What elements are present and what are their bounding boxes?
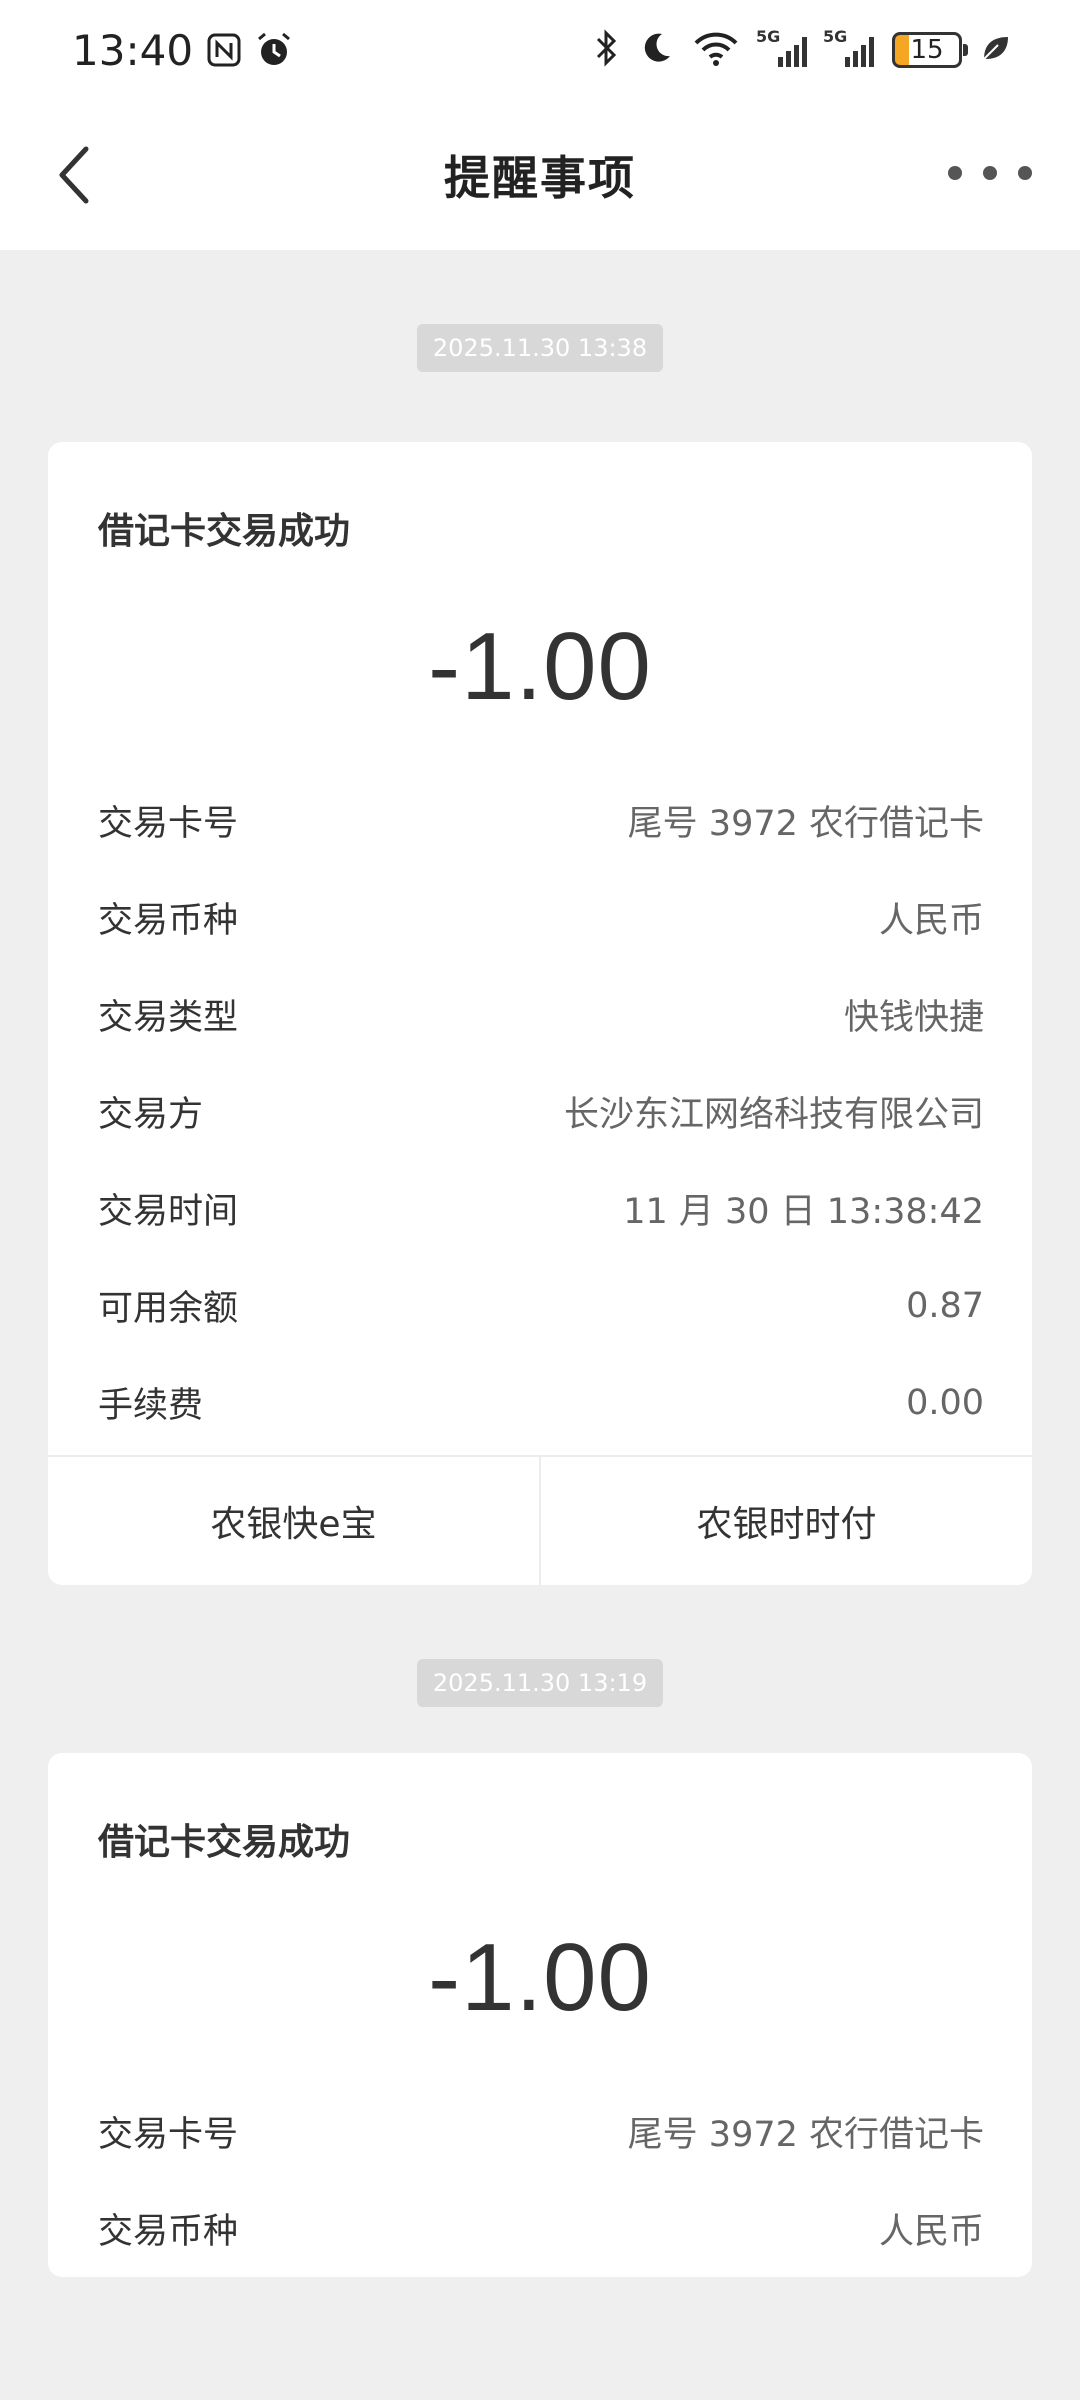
- cellular-signal-icon: 5G: [756, 27, 807, 67]
- bluetooth-icon: [594, 29, 620, 71]
- battery-level: 15: [910, 35, 944, 65]
- transaction-card: 借记卡交易成功 -1.00 交易卡号 尾号 3972 农行借记卡 交易币种 人民…: [48, 442, 1032, 1585]
- detail-value: 0.00: [906, 1382, 984, 1423]
- more-dot-icon: [983, 166, 997, 180]
- card-title: 借记卡交易成功: [98, 511, 351, 552]
- battery-icon: 15: [892, 32, 968, 68]
- kuai-e-bao-button[interactable]: 农银快e宝: [48, 1457, 539, 1585]
- detail-label: 可用余额: [98, 1289, 239, 1329]
- detail-value: 尾号 3972 农行借记卡: [627, 804, 984, 844]
- nav-bar: 提醒事项: [0, 100, 1080, 250]
- transaction-amount: -1.00: [428, 1924, 652, 2031]
- card-title: 借记卡交易成功: [98, 1822, 351, 1863]
- shi-shi-fu-button[interactable]: 农银时时付: [539, 1457, 1032, 1585]
- signal-label: 5G: [756, 27, 781, 46]
- detail-value: 11 月 30 日 13:38:42: [623, 1192, 984, 1232]
- message-timestamp: 2025.11.30 13:19: [416, 1659, 664, 1707]
- status-left: 13:40: [72, 26, 293, 75]
- more-dot-icon: [948, 166, 962, 180]
- detail-label: 交易卡号: [98, 2115, 239, 2155]
- more-dot-icon: [1018, 166, 1032, 180]
- detail-row: 交易币种 人民币: [48, 869, 1032, 966]
- cellular-signal-icon-2: 5G: [823, 27, 874, 67]
- moon-icon: [638, 30, 674, 70]
- detail-row: 交易卡号 尾号 3972 农行借记卡: [48, 772, 1032, 869]
- nfc-icon: [207, 33, 241, 67]
- card-actions: 农银快e宝 农银时时付: [48, 1455, 1032, 1585]
- more-options-button[interactable]: [940, 148, 1040, 198]
- wifi-icon: [692, 29, 740, 71]
- detail-label: 交易币种: [98, 901, 239, 941]
- detail-row: 可用余额 0.87: [48, 1257, 1032, 1354]
- transaction-card: 借记卡交易成功 -1.00 交易卡号 尾号 3972 农行借记卡 交易币种 人民…: [48, 1753, 1032, 2277]
- back-arrow-icon: [59, 146, 89, 204]
- leaf-icon: [980, 33, 1010, 67]
- transaction-amount: -1.00: [428, 613, 652, 720]
- detail-value: 0.87: [906, 1285, 984, 1326]
- detail-row: 交易类型 快钱快捷: [48, 966, 1032, 1063]
- detail-value: 长沙东江网络科技有限公司: [563, 1095, 984, 1135]
- detail-label: 交易币种: [98, 2212, 239, 2252]
- detail-row: 交易时间 11 月 30 日 13:38:42: [48, 1160, 1032, 1257]
- status-time: 13:40: [72, 25, 194, 75]
- detail-label: 交易方: [98, 1095, 204, 1135]
- message-timestamp-wrap: 2025.11.30 13:38: [0, 324, 1080, 372]
- message-timestamp-wrap: 2025.11.30 13:19: [0, 1659, 1080, 1707]
- alarm-icon: [255, 31, 293, 69]
- detail-row: 交易卡号 尾号 3972 农行借记卡: [48, 2083, 1032, 2180]
- detail-value: 人民币: [878, 2212, 984, 2252]
- status-right: 5G 5G 15: [594, 27, 1010, 71]
- signal-label-2: 5G: [823, 27, 848, 46]
- detail-value: 快钱快捷: [843, 998, 984, 1038]
- detail-row: 手续费 0.00: [48, 1354, 1032, 1451]
- detail-label: 交易时间: [98, 1192, 239, 1232]
- status-bar: 13:40 5G 5G 15: [0, 0, 1080, 100]
- page-title: 提醒事项: [444, 151, 636, 205]
- detail-row: 交易币种 人民币: [48, 2180, 1032, 2277]
- detail-label: 手续费: [98, 1386, 204, 1426]
- detail-label: 交易类型: [98, 998, 239, 1038]
- detail-row: 交易方 长沙东江网络科技有限公司: [48, 1063, 1032, 1160]
- detail-value: 尾号 3972 农行借记卡: [627, 2115, 984, 2155]
- detail-value: 人民币: [878, 901, 984, 941]
- message-list[interactable]: 2025.11.30 13:38 借记卡交易成功 -1.00 交易卡号 尾号 3…: [0, 250, 1080, 2277]
- back-button[interactable]: [44, 140, 104, 210]
- message-timestamp: 2025.11.30 13:38: [416, 324, 664, 372]
- detail-label: 交易卡号: [98, 804, 239, 844]
